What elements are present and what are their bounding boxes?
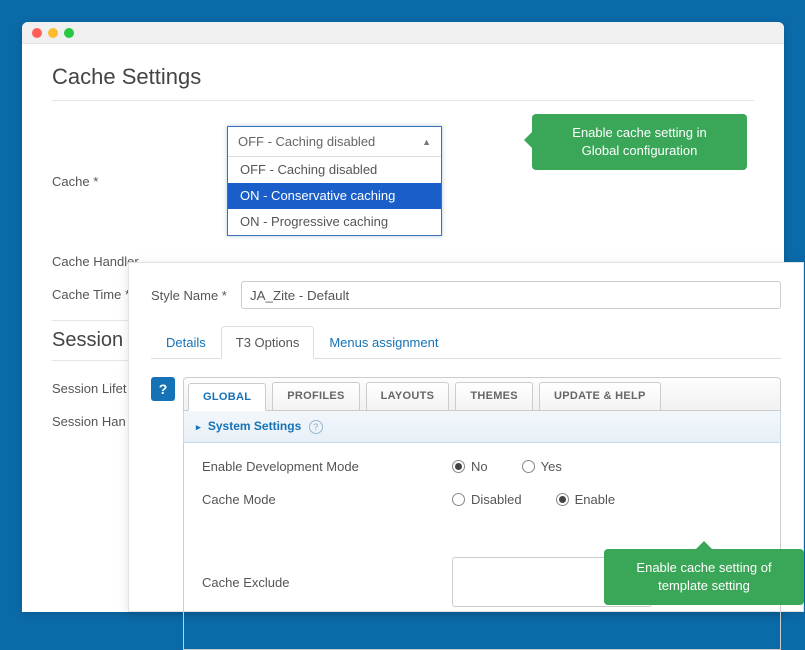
- tab-t3-options[interactable]: T3 Options: [221, 326, 315, 359]
- inner-panel: ? GLOBAL PROFILES LAYOUTS THEMES UPDATE …: [151, 377, 781, 650]
- cache-exclude-label: Cache Exclude: [202, 575, 452, 590]
- cache-mode-radio-group: Disabled Enable: [452, 492, 615, 507]
- radio-label: Yes: [541, 459, 562, 474]
- cache-label: Cache *: [52, 174, 227, 189]
- cache-row: Cache * OFF - Caching disabled ▲ OFF - C…: [52, 126, 754, 236]
- style-name-input[interactable]: [241, 281, 781, 309]
- tooltip-line: Global configuration: [548, 142, 731, 160]
- tooltip-template-cache: Enable cache setting of template setting: [604, 549, 804, 605]
- titlebar: [22, 22, 784, 44]
- template-settings-panel: Style Name * Details T3 Options Menus as…: [128, 262, 804, 612]
- inner-tab-update-help[interactable]: UPDATE & HELP: [539, 382, 661, 410]
- close-icon[interactable]: [32, 28, 42, 38]
- dev-mode-radio-group: No Yes: [452, 459, 562, 474]
- dropdown-option-conservative[interactable]: ON - Conservative caching: [228, 183, 441, 209]
- cache-mode-enable-option[interactable]: Enable: [556, 492, 615, 507]
- caret-right-icon: ▸: [196, 422, 201, 433]
- tooltip-global-cache: Enable cache setting in Global configura…: [532, 114, 747, 170]
- outer-tabs: Details T3 Options Menus assignment: [151, 325, 781, 359]
- cache-mode-label: Cache Mode: [202, 492, 452, 507]
- dev-mode-no-option[interactable]: No: [452, 459, 488, 474]
- cache-mode-row: Cache Mode Disabled Enable: [202, 492, 762, 507]
- dropdown-selected-text: OFF - Caching disabled: [238, 127, 375, 157]
- radio-label: Enable: [575, 492, 615, 507]
- inner-tab-row: GLOBAL PROFILES LAYOUTS THEMES UPDATE & …: [183, 377, 781, 411]
- style-name-row: Style Name *: [151, 281, 781, 309]
- dropdown-option-progressive[interactable]: ON - Progressive caching: [228, 209, 441, 235]
- tooltip-line: Enable cache setting in: [548, 124, 731, 142]
- radio-label: Disabled: [471, 492, 522, 507]
- dev-mode-row: Enable Development Mode No Yes: [202, 459, 762, 474]
- system-settings-header[interactable]: ▸ System Settings ?: [183, 411, 781, 443]
- dev-mode-label: Enable Development Mode: [202, 459, 452, 474]
- system-settings-label: System Settings: [208, 419, 301, 433]
- minimize-icon[interactable]: [48, 28, 58, 38]
- dev-mode-yes-option[interactable]: Yes: [522, 459, 562, 474]
- radio-label: No: [471, 459, 488, 474]
- radio-icon: [452, 460, 465, 473]
- inner-tabs-container: GLOBAL PROFILES LAYOUTS THEMES UPDATE & …: [183, 377, 781, 650]
- cache-mode-disabled-option[interactable]: Disabled: [452, 492, 522, 507]
- tab-details[interactable]: Details: [151, 326, 221, 359]
- dropdown-selected[interactable]: OFF - Caching disabled ▲: [228, 127, 441, 157]
- inner-tab-themes[interactable]: THEMES: [455, 382, 533, 410]
- tooltip-line: template setting: [620, 577, 788, 595]
- cache-dropdown[interactable]: OFF - Caching disabled ▲ OFF - Caching d…: [227, 126, 442, 236]
- tab-menus-assignment[interactable]: Menus assignment: [314, 326, 453, 359]
- style-name-label: Style Name *: [151, 288, 241, 303]
- inner-tab-global[interactable]: GLOBAL: [188, 383, 266, 411]
- radio-icon: [452, 493, 465, 506]
- dropdown-option-off[interactable]: OFF - Caching disabled: [228, 157, 441, 183]
- inner-tab-layouts[interactable]: LAYOUTS: [366, 382, 450, 410]
- help-icon[interactable]: ?: [151, 377, 175, 401]
- dropdown-list: OFF - Caching disabled ON - Conservative…: [228, 157, 441, 235]
- page-title: Cache Settings: [52, 64, 754, 101]
- inner-tab-profiles[interactable]: PROFILES: [272, 382, 359, 410]
- radio-icon: [556, 493, 569, 506]
- help-small-icon[interactable]: ?: [309, 420, 323, 434]
- chevron-up-icon: ▲: [422, 127, 431, 157]
- radio-icon: [522, 460, 535, 473]
- maximize-icon[interactable]: [64, 28, 74, 38]
- tooltip-line: Enable cache setting of: [620, 559, 788, 577]
- inner-body: Enable Development Mode No Yes Cache Mo: [183, 443, 781, 650]
